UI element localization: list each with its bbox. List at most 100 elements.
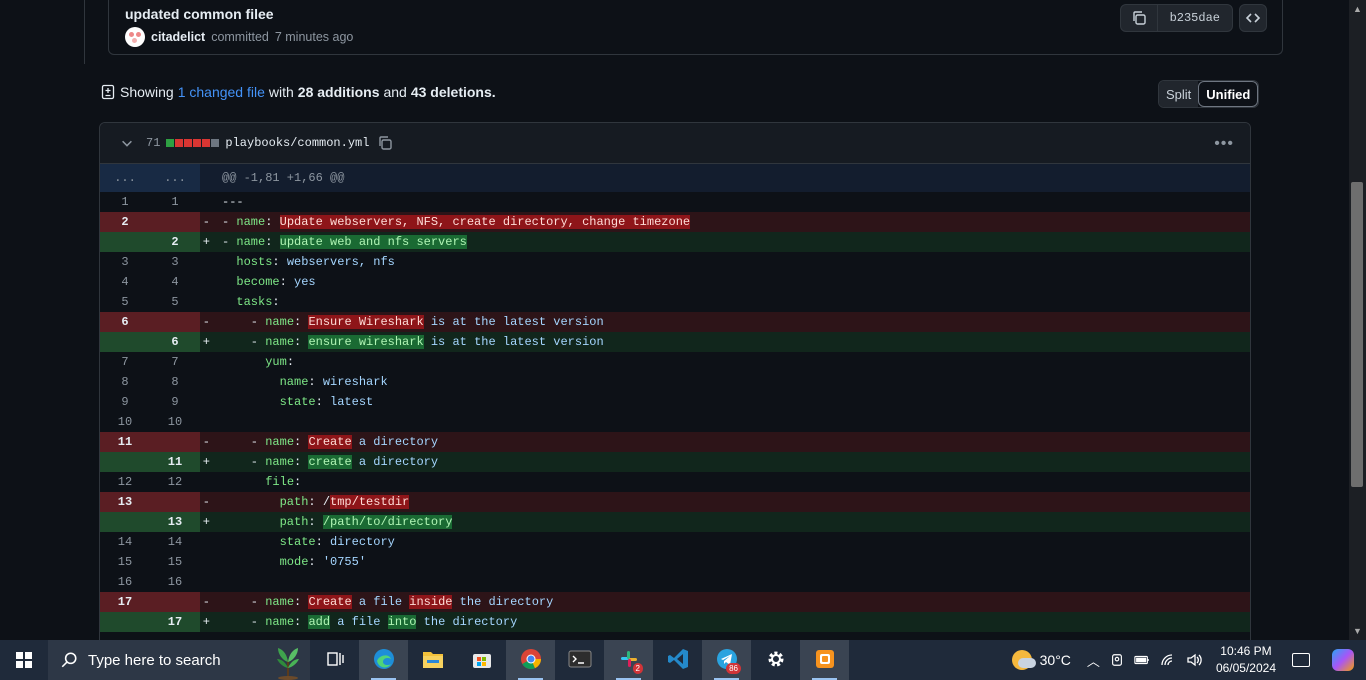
new-line-number[interactable]: 10 [150,412,200,432]
author-link[interactable]: citadelict [151,30,205,44]
taskbar-app-screen-recorder[interactable] [800,640,849,680]
taskbar-app-vscode[interactable] [653,640,702,680]
diff-view-toggle: Split Unified [1158,80,1260,108]
old-line-number[interactable] [100,512,150,532]
old-line-number[interactable]: 6 [100,312,150,332]
diff-line-addition: 17 + - name: add a file into the director… [100,612,1250,632]
meet-icon[interactable] [1110,653,1124,667]
new-line-number[interactable]: 7 [150,352,200,372]
github-commit-page: updated common filee citadelict committe… [0,0,1366,640]
taskbar-app-settings[interactable] [751,640,800,680]
file-path[interactable]: playbooks/common.yml [225,136,369,150]
new-line-number[interactable]: 3 [150,252,200,272]
taskbar-app-chrome[interactable] [506,640,555,680]
new-line-number[interactable] [150,432,200,452]
page-scrollbar[interactable]: ▲ ▼ [1349,0,1366,640]
old-line-number[interactable]: 13 [100,492,150,512]
new-line-number[interactable]: 1 [150,192,200,212]
notification-icon[interactable] [1292,653,1310,667]
taskbar-apps: 2 86 [310,640,849,680]
old-line-number[interactable]: 16 [100,572,150,592]
code-token: : [294,475,302,489]
new-line-number[interactable]: 4 [150,272,200,292]
scroll-up-icon[interactable]: ▲ [1353,4,1362,14]
new-line-number[interactable]: 5 [150,292,200,312]
expand-down-button[interactable]: ... [150,164,200,192]
old-line-number[interactable] [100,452,150,472]
taskbar-search[interactable]: Type here to search [48,640,310,680]
split-view-button[interactable]: Split [1159,81,1199,107]
taskbar-app-microsoft-store[interactable] [457,640,506,680]
new-line-number[interactable]: 16 [150,572,200,592]
old-line-number[interactable]: 5 [100,292,150,312]
new-line-number[interactable]: 11 [150,452,200,472]
battery-icon[interactable] [1134,653,1150,667]
unified-view-button[interactable]: Unified [1198,81,1259,107]
old-line-number[interactable]: 12 [100,472,150,492]
old-line-number[interactable]: 3 [100,252,150,272]
old-line-number[interactable]: 17 [100,592,150,612]
new-line-number[interactable]: 6 [150,332,200,352]
old-line-number[interactable]: 1 [100,192,150,212]
summary-showing: Showing [120,84,174,100]
taskbar-app-terminal[interactable] [555,640,604,680]
taskbar-app-slack[interactable]: 2 [604,640,653,680]
diff-line-deletion: 6 - - name: Ensure Wireshark is at the la… [100,312,1250,332]
changed-files-link[interactable]: 1 changed file [178,84,265,100]
new-line-number[interactable]: 17 [150,612,200,632]
copy-sha-button[interactable] [1121,5,1157,31]
scrollbar-thumb[interactable] [1351,182,1363,487]
old-line-number[interactable]: 10 [100,412,150,432]
new-line-number[interactable]: 15 [150,552,200,572]
chevron-up-icon[interactable]: ︿ [1087,651,1100,670]
code-token: Create [308,595,352,609]
taskbar-app-telegram[interactable]: 86 [702,640,751,680]
old-line-number[interactable]: 11 [100,432,150,452]
kebab-menu-icon[interactable]: ••• [1214,135,1234,153]
old-line-number[interactable]: 2 [100,212,150,232]
taskbar-app-edge[interactable] [359,640,408,680]
sha-link[interactable]: b235dae [1156,5,1232,31]
taskbar-app-file-explorer[interactable] [408,640,457,680]
new-line-number[interactable] [150,312,200,332]
weather-widget[interactable]: 30°C [1011,650,1071,670]
clock[interactable]: 10:46 PM 06/05/2024 [1216,643,1276,677]
commit-meta: citadelict committed 7 minutes ago [125,27,353,47]
old-line-number[interactable]: 8 [100,372,150,392]
start-button[interactable] [0,640,48,680]
wifi-icon[interactable] [1160,653,1176,667]
taskbar-app-task-view[interactable] [310,640,359,680]
new-line-number[interactable] [150,492,200,512]
new-line-number[interactable]: 14 [150,532,200,552]
commit-title[interactable]: updated common filee [125,6,274,22]
commit-action: committed [211,30,269,44]
copilot-icon[interactable] [1332,649,1354,671]
scroll-down-icon[interactable]: ▼ [1353,626,1362,636]
new-line-number[interactable]: 12 [150,472,200,492]
old-line-number[interactable] [100,612,150,632]
code-line: hosts: webservers, nfs [214,252,1250,272]
new-line-number[interactable] [150,592,200,612]
new-line-number[interactable]: 2 [150,232,200,252]
old-line-number[interactable] [100,332,150,352]
old-line-number[interactable]: 7 [100,352,150,372]
old-line-number[interactable] [100,232,150,252]
new-line-number[interactable] [150,212,200,232]
old-line-number[interactable]: 9 [100,392,150,412]
chevron-down-icon[interactable] [120,136,134,150]
old-line-number[interactable]: 14 [100,532,150,552]
new-line-number[interactable]: 8 [150,372,200,392]
code-line: - name: ensure wireshark is at the lates… [214,332,1250,352]
copy-path-icon[interactable] [377,135,393,151]
code-token: a file [351,595,410,609]
expand-up-button[interactable]: ... [100,164,150,192]
old-line-number[interactable]: 4 [100,272,150,292]
new-line-number[interactable]: 9 [150,392,200,412]
avatar[interactable] [125,27,145,47]
new-line-number[interactable]: 13 [150,512,200,532]
diffstat [166,139,220,147]
volume-icon[interactable] [1186,653,1202,667]
browse-files-button[interactable] [1239,4,1267,32]
old-line-number[interactable]: 15 [100,552,150,572]
